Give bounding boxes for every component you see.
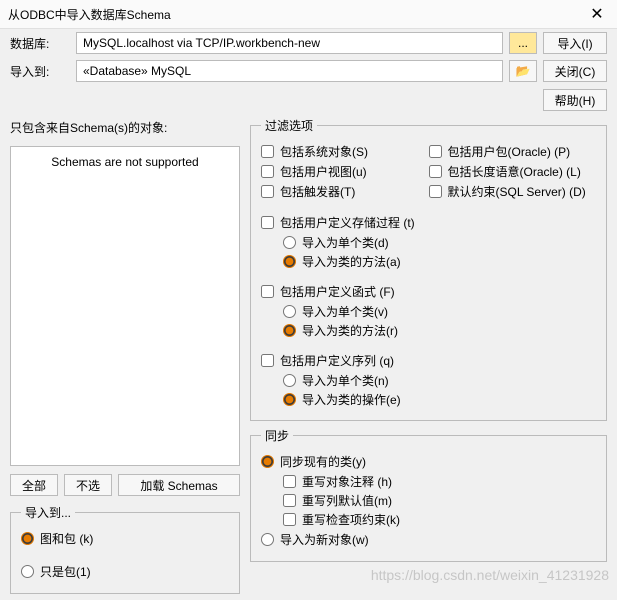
radio-seq-single-class[interactable] <box>283 374 296 387</box>
chk-system-objects[interactable] <box>261 145 274 158</box>
sync-legend: 同步 <box>261 427 293 444</box>
chk-overwrite-defaults[interactable] <box>283 494 296 507</box>
sync-fieldset: 同步 同步现有的类(y) 重写对象注释 (h) 重写列默认值(m) 重写检查项约… <box>250 427 607 562</box>
filter-fieldset: 过滤选项 包括系统对象(S) 包括用户视图(u) 包括触发器(T) 包括用户包(… <box>250 117 607 421</box>
radio-import-new[interactable] <box>261 533 274 546</box>
radio-package-only[interactable] <box>21 565 34 578</box>
radio-sp-single-class[interactable] <box>283 236 296 249</box>
browse-to-button[interactable]: 📂 <box>509 60 537 82</box>
help-button[interactable]: 帮助(H) <box>543 89 607 111</box>
chk-overwrite-comments[interactable] <box>283 475 296 488</box>
radio-fn-class-method[interactable] <box>283 324 296 337</box>
import-button[interactable]: 导入(I) <box>543 32 607 54</box>
schema-listbox[interactable]: Schemas are not supported <box>10 146 240 466</box>
select-all-button[interactable]: 全部 <box>10 474 58 496</box>
chk-user-packages[interactable] <box>429 145 442 158</box>
chk-functions[interactable] <box>261 285 274 298</box>
filter-legend: 过滤选项 <box>261 117 317 134</box>
schema-objects-label: 只包含来自Schema(s)的对象: <box>10 117 240 138</box>
database-input[interactable] <box>76 32 503 54</box>
chk-overwrite-check-constraints[interactable] <box>283 513 296 526</box>
chk-sequences[interactable] <box>261 354 274 367</box>
radio-diagram-package-label: 图和包 (k) <box>40 530 93 547</box>
schema-list-text: Schemas are not supported <box>51 155 198 169</box>
import-to-label: 导入到: <box>10 63 70 80</box>
chk-default-constraints[interactable] <box>429 185 442 198</box>
close-icon[interactable]: ✕ <box>585 4 609 24</box>
radio-sp-class-method[interactable] <box>283 255 296 268</box>
close-button[interactable]: 关闭(C) <box>543 60 607 82</box>
folder-icon: 📂 <box>516 64 531 78</box>
radio-diagram-package[interactable] <box>21 532 34 545</box>
load-schemas-button[interactable]: 加载 Schemas <box>118 474 240 496</box>
browse-db-button[interactable]: ... <box>509 32 537 54</box>
radio-seq-class-operation[interactable] <box>283 393 296 406</box>
database-label: 数据库: <box>10 35 70 52</box>
import-to-fieldset: 导入到... 图和包 (k) 只是包(1) <box>10 504 240 594</box>
radio-fn-single-class[interactable] <box>283 305 296 318</box>
chk-stored-procedures[interactable] <box>261 216 274 229</box>
select-none-button[interactable]: 不选 <box>64 474 112 496</box>
chk-length-semantics[interactable] <box>429 165 442 178</box>
import-to-input[interactable] <box>76 60 503 82</box>
radio-sync-existing[interactable] <box>261 455 274 468</box>
chk-user-views[interactable] <box>261 165 274 178</box>
window-title: 从ODBC中导入数据库Schema <box>8 6 171 23</box>
radio-package-only-label: 只是包(1) <box>40 563 91 580</box>
chk-triggers[interactable] <box>261 185 274 198</box>
import-to-legend: 导入到... <box>21 504 75 521</box>
